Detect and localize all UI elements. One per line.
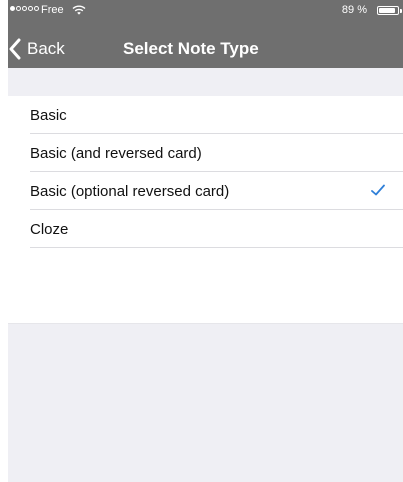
header: Free 89 % Back Select Note Type [8, 0, 403, 68]
note-type-list: Basic Basic (and reversed card) Basic (o… [8, 96, 403, 248]
signal-dot [16, 6, 21, 11]
checkmark-icon [371, 184, 385, 196]
list-item-label: Basic (optional reversed card) [30, 182, 230, 200]
note-type-item-cloze[interactable]: Cloze [8, 210, 403, 248]
signal-dot [34, 6, 39, 11]
note-type-item-basic-reversed[interactable]: Basic (and reversed card) [8, 134, 403, 172]
signal-dot [10, 6, 15, 11]
battery-level [379, 8, 396, 13]
signal-dot [22, 6, 27, 11]
empty-list-area [8, 250, 403, 323]
battery-percentage: 89 % [341, 4, 367, 16]
list-item-label: Basic [30, 106, 67, 124]
note-type-item-basic[interactable]: Basic [8, 96, 403, 134]
carrier-name: Free [41, 4, 64, 16]
signal-dot [28, 6, 33, 11]
section-header-spacer [8, 68, 403, 96]
battery-cap [400, 9, 402, 13]
navigation-bar: Back Select Note Type [8, 28, 403, 68]
page-title: Select Note Type [123, 39, 259, 58]
note-type-item-basic-optional-reversed[interactable]: Basic (optional reversed card) [8, 172, 403, 210]
chevron-left-icon [9, 38, 21, 60]
grouped-background [8, 323, 403, 482]
battery-icon [377, 6, 399, 15]
back-button[interactable]: Back [8, 38, 65, 60]
divider [30, 247, 403, 248]
phone-screen: Free 89 % Back Select Note Type Basic Ba… [8, 0, 403, 482]
list-item-label: Basic (and reversed card) [30, 144, 202, 162]
list-item-label: Cloze [30, 220, 69, 238]
wifi-icon [72, 5, 86, 15]
back-button-label: Back [27, 39, 65, 58]
status-bar: Free 89 % [8, 0, 403, 20]
signal-strength-icon [10, 6, 39, 11]
